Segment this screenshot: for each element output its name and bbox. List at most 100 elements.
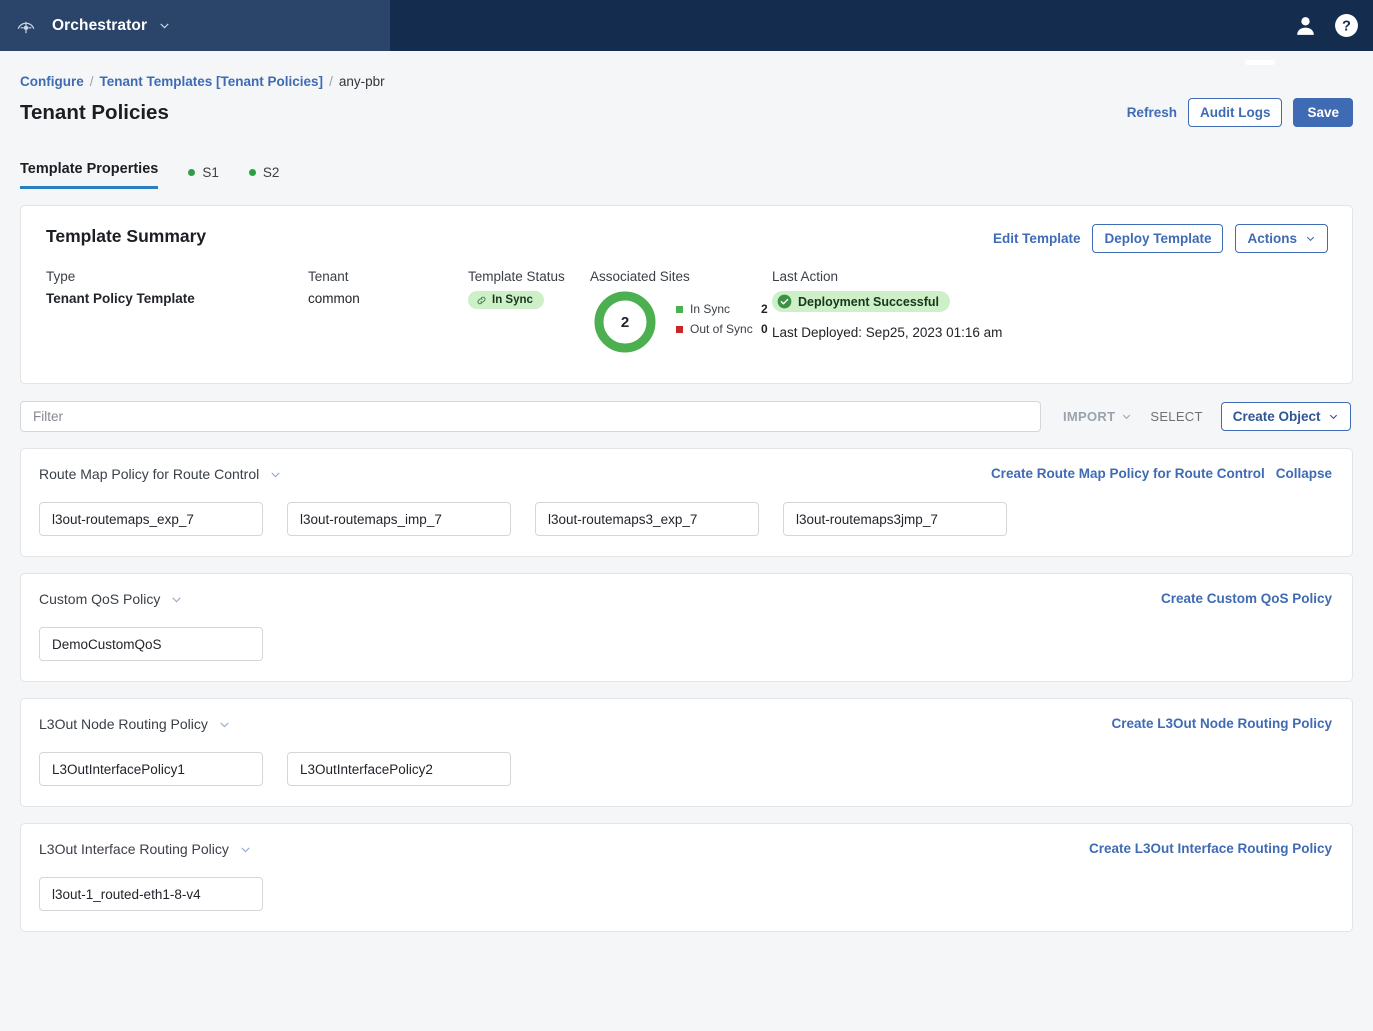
breadcrumb-separator: / xyxy=(329,74,333,89)
policy-section-l3out-interface-routing: L3Out Interface Routing Policy Create L3… xyxy=(20,823,1353,932)
help-circle-icon[interactable]: ? xyxy=(1334,13,1359,38)
field-label: Type xyxy=(46,269,76,284)
policy-section-links: Create Custom QoS Policy xyxy=(1161,591,1332,606)
user-avatar-icon[interactable] xyxy=(1293,13,1318,38)
legend-item-in-sync: In Sync 2 xyxy=(676,302,768,316)
policy-item[interactable]: l3out-1_routed-eth1-8-v4 xyxy=(39,877,263,911)
filter-input[interactable] xyxy=(20,401,1041,432)
create-route-map-policy-link[interactable]: Create Route Map Policy for Route Contro… xyxy=(991,466,1265,481)
tab-site-s1[interactable]: S1 xyxy=(188,165,219,189)
associated-sites-chart: 2 In Sync 2 Out of Sync 0 xyxy=(590,287,772,357)
tab-label: S2 xyxy=(262,165,280,180)
template-summary-card: Template Summary Edit Template Deploy Te… xyxy=(20,205,1353,384)
policy-section-title: Custom QoS Policy xyxy=(39,591,161,607)
chevron-down-icon xyxy=(1328,411,1339,422)
policy-item-list: l3out-1_routed-eth1-8-v4 xyxy=(39,877,1334,911)
breadcrumb-item-current: any-pbr xyxy=(338,74,385,89)
page-header-actions: Refresh Audit Logs Save xyxy=(1127,98,1353,127)
policy-section-route-map: Route Map Policy for Route Control Creat… xyxy=(20,448,1353,557)
link-chain-icon xyxy=(476,295,487,306)
sites-donut-chart: 2 xyxy=(590,287,660,357)
policy-item-list: L3OutInterfacePolicy1 L3OutInterfacePoli… xyxy=(39,752,1334,786)
status-badge-label: In Sync xyxy=(492,294,533,306)
create-custom-qos-policy-link[interactable]: Create Custom QoS Policy xyxy=(1161,591,1332,606)
policy-section-title: Route Map Policy for Route Control xyxy=(39,466,260,482)
chevron-down-icon[interactable] xyxy=(239,843,252,856)
tab-bar: Template Properties S1 S2 xyxy=(0,149,1373,189)
create-object-button[interactable]: Create Object xyxy=(1220,402,1351,431)
field-value: Tenant Policy Template xyxy=(46,291,195,306)
field-value: common xyxy=(308,291,360,306)
create-object-label: Create Object xyxy=(1232,409,1321,424)
select-button[interactable]: SELECT xyxy=(1150,409,1202,424)
chevron-down-icon[interactable] xyxy=(269,468,282,481)
policy-section-links: Create L3Out Node Routing Policy xyxy=(1111,716,1332,731)
check-circle-icon xyxy=(777,294,792,309)
policy-item[interactable]: L3OutInterfacePolicy2 xyxy=(287,752,511,786)
sites-legend: In Sync 2 Out of Sync 0 xyxy=(676,302,768,342)
policy-section-title: L3Out Interface Routing Policy xyxy=(39,841,229,857)
policy-item[interactable]: l3out-routemaps_exp_7 xyxy=(39,502,263,536)
policy-item[interactable]: l3out-routemaps3jmp_7 xyxy=(783,502,1007,536)
top-bar-actions: ? xyxy=(1293,0,1359,51)
filter-toolbar-actions: IMPORT SELECT Create Object xyxy=(1063,402,1351,431)
chevron-down-icon[interactable] xyxy=(218,718,231,731)
legend-swatch-icon xyxy=(676,305,683,313)
audit-logs-button[interactable]: Audit Logs xyxy=(1187,98,1283,127)
tab-template-properties[interactable]: Template Properties xyxy=(20,161,159,189)
tab-site-s2[interactable]: S2 xyxy=(248,165,280,189)
status-badge: In Sync xyxy=(468,291,544,309)
summary-field-last-action: Last Action Deployment Successful Last D… xyxy=(772,269,1072,340)
summary-field-type: Type Tenant Policy Template xyxy=(46,269,308,306)
create-l3out-node-routing-policy-link[interactable]: Create L3Out Node Routing Policy xyxy=(1111,716,1332,731)
import-dropdown[interactable]: IMPORT xyxy=(1063,409,1132,424)
breadcrumb-item-configure[interactable]: Configure xyxy=(20,74,84,89)
field-label: Tenant xyxy=(308,269,349,284)
chevron-down-icon[interactable] xyxy=(170,593,183,606)
app-title: Orchestrator xyxy=(52,16,148,34)
policy-item[interactable]: l3out-routemaps_imp_7 xyxy=(287,502,511,536)
app-brand-area[interactable]: Orchestrator xyxy=(0,0,390,51)
policy-item[interactable]: l3out-routemaps3_exp_7 xyxy=(535,502,759,536)
create-l3out-interface-routing-policy-link[interactable]: Create L3Out Interface Routing Policy xyxy=(1089,841,1332,856)
field-label: Last Action xyxy=(772,269,839,284)
policy-section-custom-qos: Custom QoS Policy Create Custom QoS Poli… xyxy=(20,573,1353,682)
sites-total-count: 2 xyxy=(620,313,630,331)
legend-value: 2 xyxy=(761,302,768,316)
legend-label: In Sync xyxy=(690,302,731,316)
page-header: Configure / Tenant Templates [Tenant Pol… xyxy=(0,51,1373,127)
collapse-link[interactable]: Collapse xyxy=(1276,466,1332,481)
field-label: Associated Sites xyxy=(590,269,690,284)
policy-item-list: l3out-routemaps_exp_7 l3out-routemaps_im… xyxy=(39,502,1334,536)
breadcrumb-item-tenant-templates[interactable]: Tenant Templates [Tenant Policies] xyxy=(100,74,324,89)
deployment-status-label: Deployment Successful xyxy=(798,294,940,309)
tab-label: S1 xyxy=(202,165,219,180)
legend-swatch-icon xyxy=(676,325,683,333)
edit-template-button[interactable]: Edit Template xyxy=(993,231,1081,246)
policy-section-links: Create Route Map Policy for Route Contro… xyxy=(991,466,1332,481)
save-button[interactable]: Save xyxy=(1293,98,1353,127)
deploy-template-button[interactable]: Deploy Template xyxy=(1092,224,1224,253)
status-dot-icon xyxy=(248,169,256,176)
summary-field-tenant: Tenant common xyxy=(308,269,468,306)
policy-item-list: DemoCustomQoS xyxy=(39,627,1334,661)
policy-item[interactable]: L3OutInterfacePolicy1 xyxy=(39,752,263,786)
chevron-down-icon xyxy=(1121,411,1132,422)
legend-item-out-of-sync: Out of Sync 0 xyxy=(676,322,768,336)
legend-value: 0 xyxy=(761,322,768,336)
summary-field-associated-sites: Associated Sites 2 In Sync 2 Out of Sync… xyxy=(590,269,772,357)
field-label: Template Status xyxy=(468,269,565,284)
breadcrumb: Configure / Tenant Templates [Tenant Pol… xyxy=(20,74,1353,89)
actions-dropdown-button[interactable]: Actions xyxy=(1235,224,1328,253)
status-dot-icon xyxy=(188,169,196,176)
actions-label: Actions xyxy=(1247,231,1297,246)
policy-section-header: Custom QoS Policy xyxy=(39,591,1334,607)
template-summary-fields: Type Tenant Policy Template Tenant commo… xyxy=(46,269,1327,357)
policy-section-l3out-node-routing: L3Out Node Routing Policy Create L3Out N… xyxy=(20,698,1353,807)
svg-text:?: ? xyxy=(1342,19,1351,35)
chevron-down-icon[interactable] xyxy=(158,19,171,32)
refresh-button[interactable]: Refresh xyxy=(1127,105,1177,120)
chevron-down-icon xyxy=(1305,233,1316,244)
orchestrator-logo-icon xyxy=(13,13,39,39)
policy-item[interactable]: DemoCustomQoS xyxy=(39,627,263,661)
